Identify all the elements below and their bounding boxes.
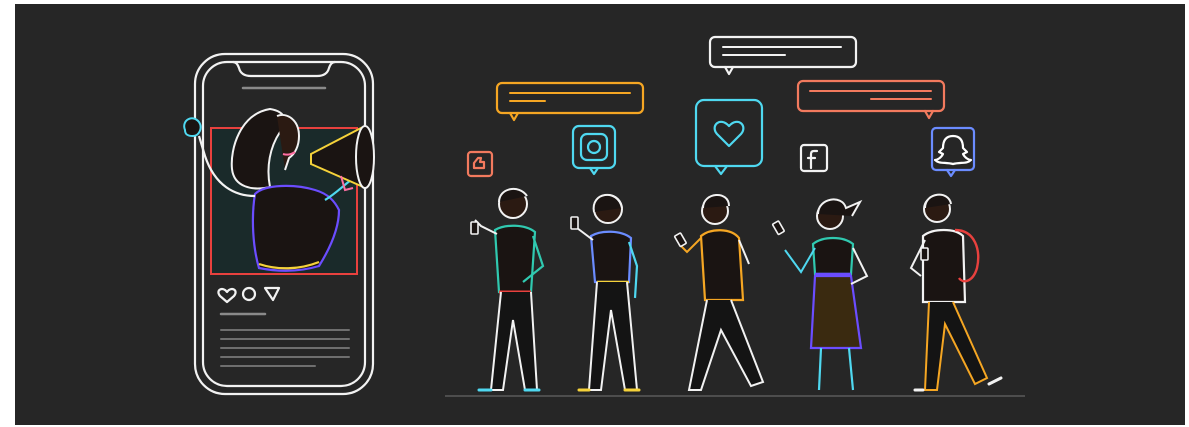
social-media-illustration — [15, 4, 1185, 425]
heart-icon — [217, 287, 237, 304]
speech-bubble-2 — [708, 35, 858, 76]
person-3 — [673, 194, 765, 391]
speech-bubble-3 — [796, 79, 946, 120]
person-2 — [570, 193, 641, 392]
instagram-icon — [571, 124, 617, 176]
person-5 — [909, 193, 1003, 392]
speech-bubble-1 — [495, 81, 645, 122]
snapchat-icon — [930, 126, 976, 178]
heart-icon — [694, 98, 764, 176]
like-icon — [466, 150, 494, 178]
facebook-icon — [799, 143, 829, 173]
share-icon — [263, 286, 281, 302]
fist — [183, 117, 202, 138]
person-1 — [470, 187, 545, 392]
comment-icon — [241, 286, 257, 302]
person-4 — [771, 198, 869, 391]
